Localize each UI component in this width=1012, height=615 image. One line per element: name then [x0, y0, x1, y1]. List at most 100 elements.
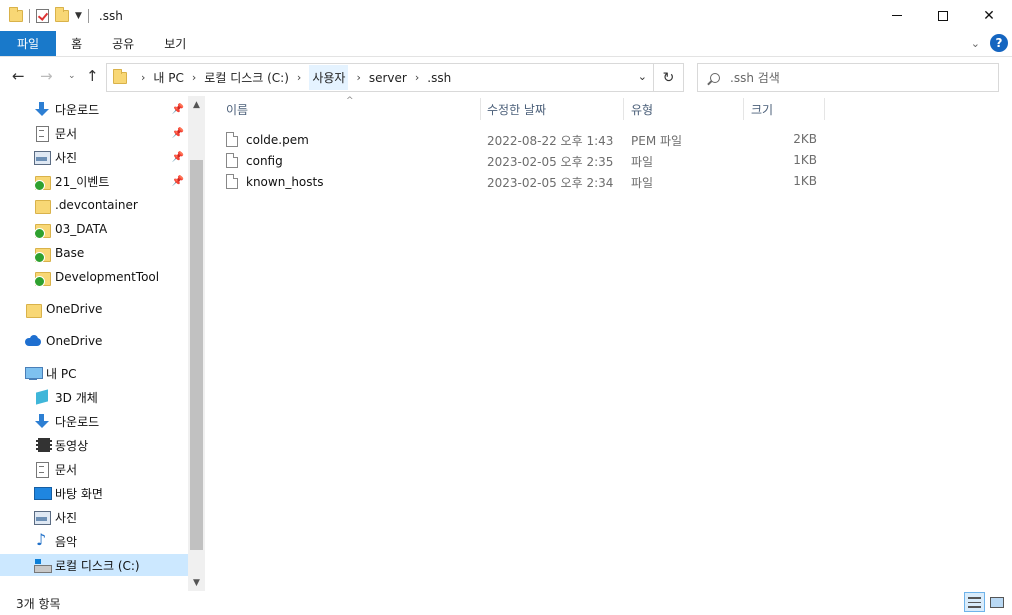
folder-icon: [113, 68, 127, 84]
file-type: 파일: [631, 176, 654, 190]
tab-share[interactable]: 공유: [97, 31, 149, 56]
help-button[interactable]: ?: [990, 34, 1008, 52]
navigation-bar: ← → ⌄ ↑ › 내 PC › 로컬 디스크 (C:) › 사용자 › ser…: [0, 56, 1012, 96]
sidebar-item-label: 문서: [55, 126, 78, 141]
sidebar-item-3d-objects[interactable]: 3D 개체: [0, 386, 188, 408]
large-icons-view-button[interactable]: [986, 592, 1007, 612]
document-icon: [34, 461, 50, 478]
back-arrow-icon[interactable]: ←: [12, 67, 25, 85]
scroll-up-icon[interactable]: ▲: [188, 96, 205, 113]
sidebar-item-base[interactable]: Base: [0, 242, 188, 264]
properties-icon[interactable]: [36, 8, 49, 23]
sidebar-item-devcontainer[interactable]: .devcontainer: [0, 194, 188, 216]
picture-icon: [34, 149, 51, 165]
search-input[interactable]: .ssh 검색: [697, 63, 999, 92]
folder-icon: [34, 197, 51, 214]
sort-ascending-icon: ^: [346, 96, 354, 106]
address-bar[interactable]: › 내 PC › 로컬 디스크 (C:) › 사용자 › server › .s…: [106, 63, 684, 92]
sidebar-item-label: 바탕 화면: [55, 486, 103, 501]
close-button[interactable]: ✕: [966, 0, 1012, 31]
breadcrumb-server[interactable]: server: [369, 71, 407, 85]
breadcrumb-local-disk[interactable]: 로컬 디스크 (C:): [204, 69, 289, 86]
file-size: 1KB: [793, 153, 817, 167]
column-header-type[interactable]: 유형: [631, 96, 653, 122]
table-row[interactable]: config 2023-02-05 오후 2:35 파일 1KB: [206, 150, 826, 171]
pin-icon: 📌: [171, 151, 184, 163]
details-view-icon: [968, 596, 981, 608]
sidebar-item-developmenttool[interactable]: DevelopmentTool: [0, 266, 188, 288]
customize-toolbar-icon[interactable]: ▼: [75, 11, 82, 21]
column-header-name[interactable]: 이름: [226, 96, 248, 122]
forward-arrow-icon[interactable]: →: [40, 67, 53, 85]
file-name-cell[interactable]: colde.pem: [226, 132, 309, 147]
file-date: 2023-02-05 오후 2:34: [487, 176, 614, 190]
sidebar-item-03-data[interactable]: 03_DATA: [0, 218, 188, 240]
expand-ribbon-icon[interactable]: ⌄: [971, 37, 980, 50]
sidebar-item-music[interactable]: 음악: [0, 530, 188, 552]
sidebar-item-onedrive[interactable]: OneDrive: [0, 330, 188, 352]
sidebar-item-downloads-pinned[interactable]: 다운로드 📌: [0, 98, 188, 120]
tab-file[interactable]: 파일: [0, 31, 57, 56]
tab-view[interactable]: 보기: [149, 31, 201, 56]
sidebar-item-pictures[interactable]: 사진: [0, 506, 188, 528]
chevron-right-icon[interactable]: ›: [297, 71, 301, 84]
chevron-right-icon[interactable]: ›: [356, 71, 360, 84]
sidebar-item-onedrive-folder[interactable]: OneDrive: [0, 298, 188, 320]
breadcrumb-ssh[interactable]: .ssh: [427, 71, 451, 85]
chevron-right-icon[interactable]: ›: [141, 71, 145, 84]
file-name: config: [246, 153, 283, 168]
sidebar-item-documents[interactable]: 문서: [0, 458, 188, 480]
sidebar-item-documents-pinned[interactable]: 문서 📌: [0, 122, 188, 144]
folder-icon: [25, 301, 42, 318]
chevron-right-icon[interactable]: ›: [192, 71, 196, 84]
drive-icon: [34, 557, 52, 573]
sidebar-item-local-disk[interactable]: 로컬 디스크 (C:): [0, 554, 188, 576]
sidebar-item-label: 21_이벤트: [55, 174, 110, 189]
up-arrow-icon[interactable]: ↑: [86, 67, 99, 85]
table-row[interactable]: known_hosts 2023-02-05 오후 2:34 파일 1KB: [206, 171, 826, 192]
sidebar-item-desktop[interactable]: 바탕 화면: [0, 482, 188, 504]
table-row[interactable]: colde.pem 2022-08-22 오후 1:43 PEM 파일 2KB: [206, 129, 826, 150]
column-header-size[interactable]: 크기: [751, 96, 773, 122]
file-icon: [226, 132, 238, 147]
picture-icon: [34, 509, 51, 525]
sidebar-item-label: DevelopmentTool: [55, 270, 160, 284]
file-date: 2023-02-05 오후 2:35: [487, 155, 614, 169]
column-divider[interactable]: [623, 98, 624, 120]
tab-home[interactable]: 홈: [56, 31, 97, 56]
sidebar-item-downloads[interactable]: 다운로드: [0, 410, 188, 432]
sidebar-item-21-event[interactable]: 21_이벤트 📌: [0, 170, 188, 192]
chevron-right-icon[interactable]: ›: [415, 71, 419, 84]
status-bar: 3개 항목: [0, 591, 1012, 615]
breadcrumb-users[interactable]: 사용자: [309, 65, 349, 90]
address-dropdown-icon[interactable]: ⌄: [638, 70, 647, 83]
column-divider[interactable]: [480, 98, 481, 120]
breadcrumb-this-pc[interactable]: 내 PC: [153, 69, 183, 86]
maximize-button[interactable]: [920, 0, 966, 31]
refresh-button[interactable]: ↻: [653, 64, 683, 91]
recent-locations-icon[interactable]: ⌄: [68, 71, 76, 81]
sidebar-item-this-pc[interactable]: 내 PC: [0, 362, 188, 384]
column-divider[interactable]: [743, 98, 744, 120]
sidebar-item-pictures-pinned[interactable]: 사진 📌: [0, 146, 188, 168]
column-header-date[interactable]: 수정한 날짜: [487, 96, 546, 122]
details-view-button[interactable]: [964, 592, 985, 612]
close-icon: ✕: [983, 7, 995, 24]
scroll-down-icon[interactable]: ▼: [188, 574, 205, 591]
file-name-cell[interactable]: known_hosts: [226, 174, 323, 189]
minimize-button[interactable]: [874, 0, 920, 31]
search-icon: [710, 72, 720, 83]
title-bar: ▼ .ssh ✕: [0, 0, 1012, 31]
file-icon: [226, 174, 238, 189]
column-divider[interactable]: [824, 98, 825, 120]
scrollbar-thumb[interactable]: [190, 160, 203, 550]
sidebar-item-label: 문서: [55, 462, 78, 477]
file-name: colde.pem: [246, 132, 309, 147]
navigation-scrollbar[interactable]: ▲ ▼: [188, 96, 205, 591]
download-icon: [34, 413, 50, 429]
new-folder-icon[interactable]: [55, 6, 69, 22]
file-name-cell[interactable]: config: [226, 153, 283, 168]
sidebar-item-videos[interactable]: 동영상: [0, 434, 188, 456]
navigation-pane: 다운로드 📌 문서 📌 사진 📌 21_이벤트 📌 .devcontainer …: [0, 96, 188, 591]
divider: [87, 8, 89, 23]
